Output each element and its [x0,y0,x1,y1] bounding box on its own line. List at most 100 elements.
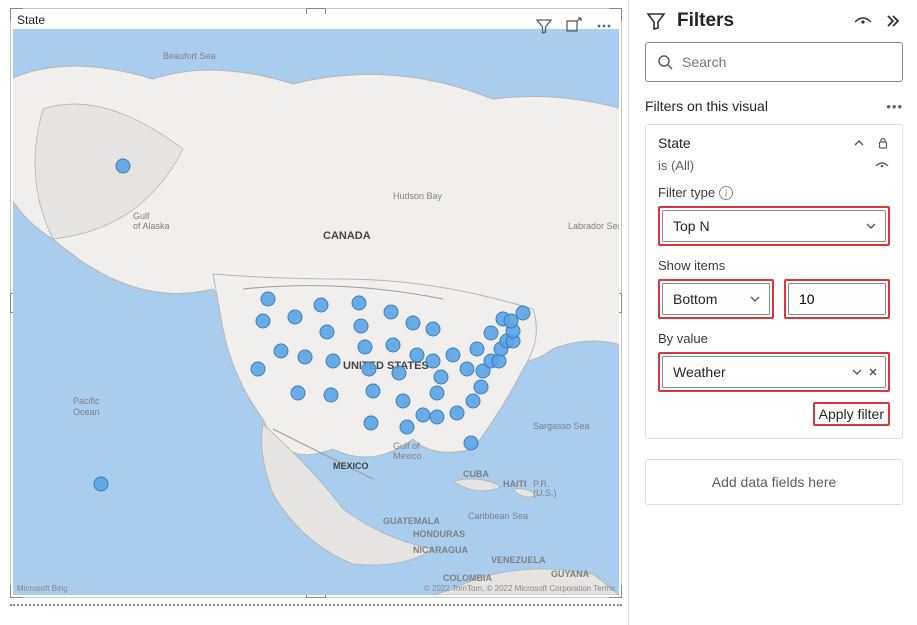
map-bubble[interactable] [94,477,108,491]
map-label: HONDURAS [413,529,465,539]
map-bubble[interactable] [464,436,478,450]
filter-condition: is (All) [658,158,694,173]
map-bubble[interactable] [392,366,406,380]
map-canvas[interactable]: Beaufort Sea Hudson Bay Labrador Sea Gul… [13,29,619,595]
by-value-value: Weather [673,364,847,380]
map-bubble[interactable] [314,298,328,312]
map-bubble[interactable] [291,386,305,400]
map-label: CANADA [323,230,371,242]
search-input[interactable] [645,42,903,82]
map-bubble[interactable] [446,348,460,362]
filter-type-label: Filter type [658,185,715,200]
map-label: NICARAGUA [413,545,468,555]
map-bubble[interactable] [362,362,376,376]
map-bubble[interactable] [364,416,378,430]
collapse-icon[interactable] [852,136,866,150]
map-label: Sargasso Sea [533,421,590,431]
map-bubble[interactable] [320,325,334,339]
filter-type-dropdown[interactable]: Top N [662,210,886,242]
map-bubble[interactable] [406,316,420,330]
visual-title: State [17,13,45,27]
map-label: GUYANA [551,569,590,579]
map-bubble[interactable] [251,362,265,376]
chevron-down-icon [749,293,761,305]
map-bubble[interactable] [484,326,498,340]
by-value-label: By value [658,331,708,346]
map-bubble[interactable] [366,384,380,398]
map-label: P.R.(U.S.) [533,479,557,498]
map-bubble[interactable] [430,386,444,400]
chevron-down-icon [865,220,877,232]
map-label: Beaufort Sea [163,51,216,61]
map-label: GUATEMALA [383,516,440,526]
map-bubble[interactable] [430,410,444,424]
map-bubble[interactable] [466,394,480,408]
clear-icon[interactable] [867,366,879,378]
map-bubble[interactable] [298,350,312,364]
map-label: Hudson Bay [393,191,443,201]
map-label: VENEZUELA [491,555,546,565]
map-bubble[interactable] [288,310,302,324]
map-bubble[interactable] [416,408,430,422]
more-options-icon[interactable] [593,15,615,37]
map-bubble[interactable] [400,420,414,434]
map-bubble[interactable] [410,348,424,362]
visibility-icon[interactable] [853,11,873,31]
filter-type-value: Top N [673,218,710,234]
focus-mode-icon[interactable] [563,15,585,37]
map-bubble[interactable] [326,354,340,368]
add-fields-placeholder[interactable]: Add data fields here [645,459,903,505]
map-label: MEXICO [333,461,369,471]
filter-icon [645,10,667,32]
map-bubble[interactable] [358,340,372,354]
map-bubble[interactable] [384,305,398,319]
map-bubble[interactable] [516,306,530,320]
section-title: Filters on this visual [645,98,768,114]
search-field[interactable] [682,54,892,70]
lock-icon[interactable] [876,136,890,150]
map-bubble[interactable] [470,342,484,356]
show-items-count-input[interactable] [788,283,886,315]
map-visual[interactable]: State Bea [10,8,622,598]
collapse-pane-icon[interactable] [883,11,903,31]
map-bubble[interactable] [474,380,488,394]
map-label: Caribbean Sea [468,511,528,521]
show-items-direction-dropdown[interactable]: Bottom [662,283,770,315]
map-bubble[interactable] [396,394,410,408]
filter-icon[interactable] [533,15,555,37]
map-label: HAITI [503,479,527,489]
map-bubble[interactable] [426,354,440,368]
map-bubble[interactable] [460,362,474,376]
map-bubble[interactable] [386,338,400,352]
map-bubble[interactable] [261,292,275,306]
visibility-icon[interactable] [874,157,890,173]
by-value-select[interactable]: Weather [662,356,886,388]
map-bubble[interactable] [426,322,440,336]
apply-filter-button[interactable]: Apply filter [819,406,884,422]
map-bubble[interactable] [504,314,518,328]
map-label: Gulf ofMexico [393,441,422,461]
pane-resize-strip[interactable] [10,604,622,608]
map-bubble[interactable] [354,319,368,333]
map-bubble[interactable] [116,159,130,173]
filter-field-name: State [658,135,842,151]
map-bubble[interactable] [352,296,366,310]
map-bubble[interactable] [450,406,464,420]
show-items-direction: Bottom [673,291,717,307]
show-items-label: Show items [658,258,725,273]
map-label: PacificOcean [73,396,100,417]
more-options-icon[interactable]: ••• [886,99,903,114]
map-bubble[interactable] [274,344,288,358]
info-icon[interactable]: i [719,186,733,200]
map-bubble[interactable] [324,388,338,402]
map-label: CUBA [463,469,489,479]
search-icon [656,53,674,71]
map-label: COLOMBIA [443,573,492,583]
map-bubble[interactable] [256,314,270,328]
map-label: Labrador Sea [568,221,619,231]
map-attribution: © 2022 TomTom, © 2022 Microsoft Corporat… [424,584,615,593]
chevron-down-icon[interactable] [851,366,863,378]
pane-title: Filters [677,10,843,32]
map-bubble[interactable] [434,370,448,384]
resize-handle[interactable] [306,8,326,14]
